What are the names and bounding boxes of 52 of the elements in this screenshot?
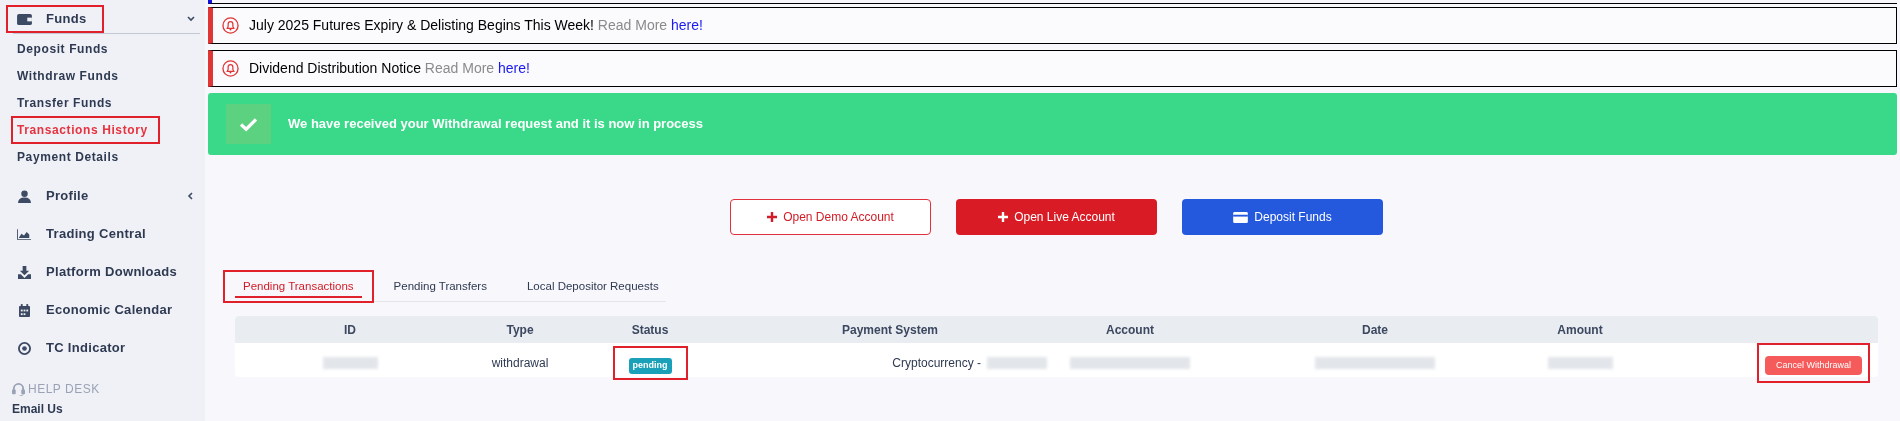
column-header: Status <box>630 321 670 339</box>
table-cell-text: withdrawal <box>491 355 549 373</box>
status-badge: pending <box>628 358 672 374</box>
submenu-item[interactable]: Transfer Funds <box>13 90 117 115</box>
redacted-block <box>987 357 1047 370</box>
target-icon <box>16 341 32 355</box>
sidebar-item[interactable]: Funds <box>8 7 102 31</box>
sidebar-item[interactable]: TC Indicator <box>14 336 141 360</box>
wallet-icon <box>16 12 32 26</box>
link[interactable]: here! <box>671 17 703 33</box>
headset-icon <box>12 382 25 396</box>
notice-text: Dividend Distribution Notice Read More here! <box>249 59 530 78</box>
link[interactable]: here! <box>498 60 530 76</box>
bell-icon <box>222 17 239 34</box>
submenu-item[interactable]: Payment Details <box>13 144 123 169</box>
action-button[interactable]: Open Demo Account <box>730 199 931 235</box>
tab[interactable]: Pending Transfers <box>375 272 505 301</box>
chevron-left-icon[interactable] <box>187 192 195 200</box>
submenu-item[interactable]: Withdraw Funds <box>13 63 123 88</box>
column-header: Amount <box>1556 321 1604 339</box>
tab[interactable]: Local Depositor Requests <box>508 272 677 301</box>
action-button[interactable]: Open Live Account <box>956 199 1157 235</box>
chart-icon <box>16 228 32 240</box>
checkmark-icon <box>226 104 271 144</box>
column-header: Date <box>1361 321 1389 339</box>
section-heading: HELP DESK <box>28 381 100 398</box>
chevron-down-icon[interactable] <box>187 15 195 23</box>
plus-icon <box>998 212 1009 222</box>
plus-icon <box>767 212 778 222</box>
table-cell-text: Cryptocurrency - <box>892 355 981 373</box>
sidebar-item[interactable]: Profile <box>14 184 104 208</box>
sidebar-item[interactable]: Platform Downloads <box>14 260 193 284</box>
column-header: Payment System <box>840 321 939 339</box>
redacted-block <box>1547 357 1613 370</box>
column-header: ID <box>343 321 357 339</box>
bell-icon <box>222 60 239 77</box>
calendar-icon <box>16 303 32 317</box>
download-icon <box>16 265 32 279</box>
notice-text: July 2025 Futures Expiry & Delisting Begins This Week! Read More here! <box>249 16 703 35</box>
redacted-block <box>322 357 378 370</box>
column-header: Type <box>505 321 535 339</box>
card-icon <box>1233 211 1249 223</box>
sidebar-item[interactable]: Economic Calendar <box>14 298 188 322</box>
sidebar-item[interactable]: Trading Central <box>14 222 161 246</box>
submenu-item[interactable]: Transactions History <box>13 117 158 142</box>
column-header: Account <box>1105 321 1155 339</box>
user-icon <box>16 189 32 203</box>
action-button[interactable]: Deposit Funds <box>1182 199 1383 235</box>
submenu-item[interactable]: Deposit Funds <box>13 36 113 61</box>
alert-message: We have received your Withdrawal request and it is now in process <box>288 115 704 134</box>
sidebar-item[interactable]: Email Us <box>12 402 63 416</box>
tab[interactable]: Pending Transactions <box>225 272 372 301</box>
